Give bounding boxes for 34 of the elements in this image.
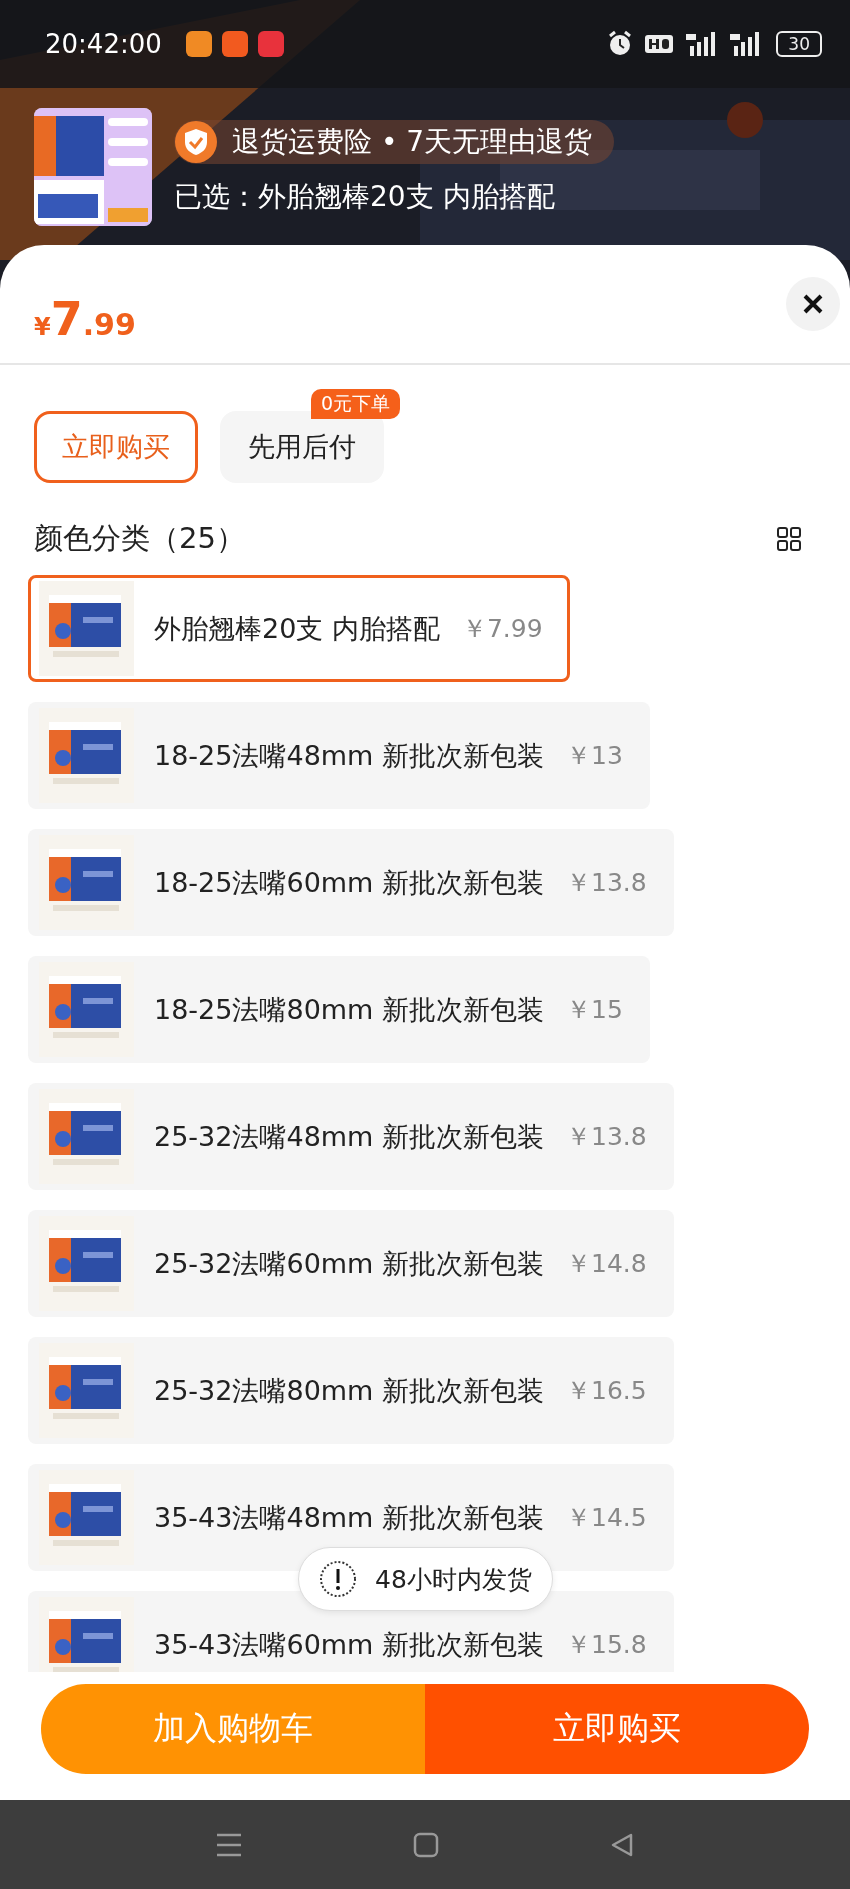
back-icon[interactable] xyxy=(609,1831,635,1858)
option-price: ￥16.5 xyxy=(566,1375,647,1407)
option-price: ￥7.99 xyxy=(461,613,543,645)
home-icon[interactable] xyxy=(413,1831,439,1858)
variant-option[interactable]: 18-25法嘴80mm 新批次新包装 ￥15 xyxy=(28,956,650,1063)
option-name: 25-32法嘴60mm 新批次新包装 xyxy=(154,1246,544,1281)
option-price: ￥13 xyxy=(566,740,623,772)
option-name: 18-25法嘴48mm 新批次新包装 xyxy=(154,738,544,773)
option-name: 外胎翘棒20支 内胎搭配 xyxy=(154,611,440,646)
variant-option[interactable]: 25-32法嘴48mm 新批次新包装 ￥13.8 xyxy=(28,1083,674,1190)
variant-option[interactable]: 外胎翘棒20支 内胎搭配 ￥7.99 xyxy=(28,575,570,682)
section-title: 颜色分类（25） xyxy=(34,520,245,557)
close-icon xyxy=(802,293,824,315)
option-price: ￥14.5 xyxy=(566,1502,647,1534)
option-price: ￥14.8 xyxy=(566,1248,647,1280)
variant-option[interactable]: 25-32法嘴80mm 新批次新包装 ￥16.5 xyxy=(28,1337,674,1444)
option-price: ￥13.8 xyxy=(566,1121,647,1153)
option-name: 18-25法嘴80mm 新批次新包装 xyxy=(154,992,544,1027)
variant-option[interactable]: 18-25法嘴48mm 新批次新包装 ￥13 xyxy=(28,702,650,809)
variant-option[interactable]: 25-32法嘴60mm 新批次新包装 ￥14.8 xyxy=(28,1210,674,1317)
price: ¥7.99 xyxy=(34,291,136,346)
option-price: ￥15.8 xyxy=(566,1629,647,1661)
option-name: 18-25法嘴60mm 新批次新包装 xyxy=(154,865,544,900)
option-name: 35-43法嘴48mm 新批次新包装 xyxy=(154,1500,544,1535)
grid-view-icon[interactable] xyxy=(776,526,802,552)
option-name: 25-32法嘴48mm 新批次新包装 xyxy=(154,1119,544,1154)
variant-option[interactable]: 18-25法嘴60mm 新批次新包装 ￥13.8 xyxy=(28,829,674,936)
option-price: ￥13.8 xyxy=(566,867,647,899)
option-name: 35-43法嘴60mm 新批次新包装 xyxy=(154,1627,544,1662)
option-name: 25-32法嘴80mm 新批次新包装 xyxy=(154,1373,544,1408)
menu-icon[interactable] xyxy=(215,1831,243,1858)
exclamation-icon xyxy=(319,1560,357,1598)
promo-tag: 0元下单 xyxy=(310,389,400,419)
option-price: ￥15 xyxy=(566,994,623,1026)
